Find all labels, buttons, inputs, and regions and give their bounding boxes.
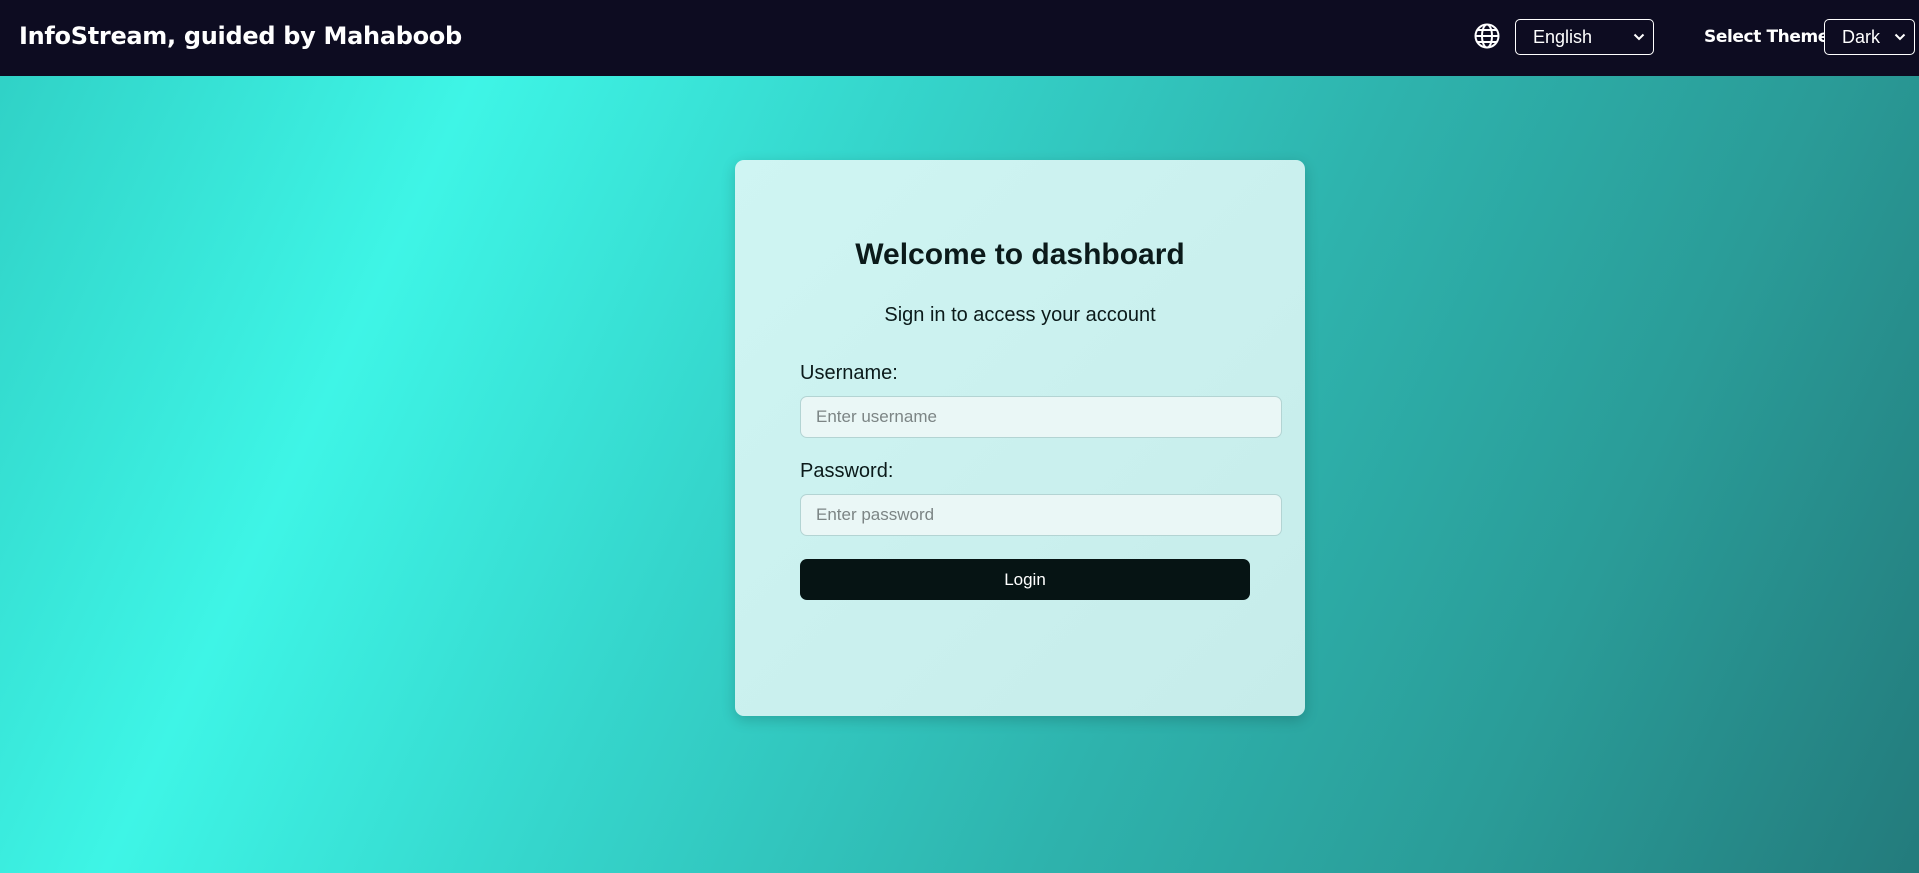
- language-select-value: English: [1533, 26, 1593, 47]
- login-button[interactable]: Login: [800, 559, 1250, 600]
- login-card: Welcome to dashboard Sign in to access y…: [735, 160, 1305, 716]
- theme-select[interactable]: Dark: [1824, 19, 1915, 55]
- theme-select-value: Dark: [1842, 26, 1881, 47]
- theme-label: Select Theme: [1704, 27, 1829, 47]
- password-input[interactable]: [800, 494, 1282, 536]
- globe-icon: [1473, 22, 1501, 50]
- username-label: Username:: [800, 362, 898, 384]
- top-nav-bar: InfoStream, guided by Mahaboob English S…: [0, 0, 1919, 76]
- login-subtitle: Sign in to access your account: [884, 304, 1156, 326]
- username-input[interactable]: [800, 396, 1282, 438]
- language-select[interactable]: English: [1515, 19, 1654, 55]
- chevron-down-icon: [1633, 33, 1645, 41]
- password-label: Password:: [800, 460, 894, 482]
- brand-title: InfoStream, guided by Mahaboob: [19, 22, 462, 50]
- login-title: Welcome to dashboard: [855, 238, 1185, 271]
- chevron-down-icon: [1894, 33, 1906, 41]
